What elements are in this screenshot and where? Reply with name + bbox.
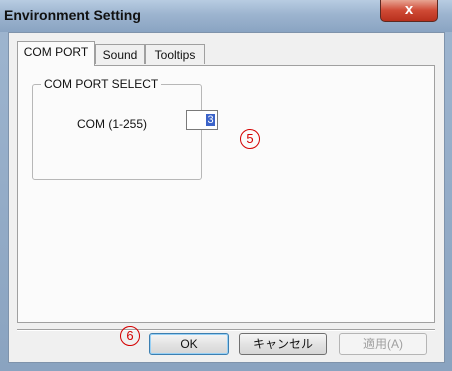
tab-com-port[interactable]: COM PORT [17,41,95,66]
dialog-body: COM PORT Sound Tooltips COM PORT SELECT … [8,32,445,363]
tab-com-port-label: COM PORT [23,45,89,59]
window-title: Environment Setting [4,7,141,23]
tab-sound-label: Sound [102,48,138,62]
apply-button[interactable]: 適用(A) [339,333,427,355]
com-field-label: COM (1-255) [77,117,148,131]
group-title: COM PORT SELECT [41,77,162,91]
com-port-value-selection: 3 [206,114,215,126]
close-icon: x [404,1,414,18]
com-port-select-group: COM PORT SELECT COM (1-255) 3 [32,77,218,180]
annotation-6-badge: 6 [120,326,140,346]
tab-tooltips[interactable]: Tooltips [145,44,205,64]
cancel-button[interactable]: キャンセル [239,333,327,355]
tab-tooltips-label: Tooltips [154,48,196,62]
annotation-5-badge: 5 [240,129,260,149]
ok-button[interactable]: OK [149,333,229,355]
tab-sound[interactable]: Sound [95,44,145,64]
com-port-panel: COM PORT SELECT COM (1-255) 3 5 [17,65,435,323]
title-bar[interactable]: Environment Setting x [0,0,452,32]
button-separator [17,329,435,331]
environment-setting-window: Environment Setting x COM PORT Sound Too… [0,0,452,371]
close-button[interactable]: x [380,0,438,22]
